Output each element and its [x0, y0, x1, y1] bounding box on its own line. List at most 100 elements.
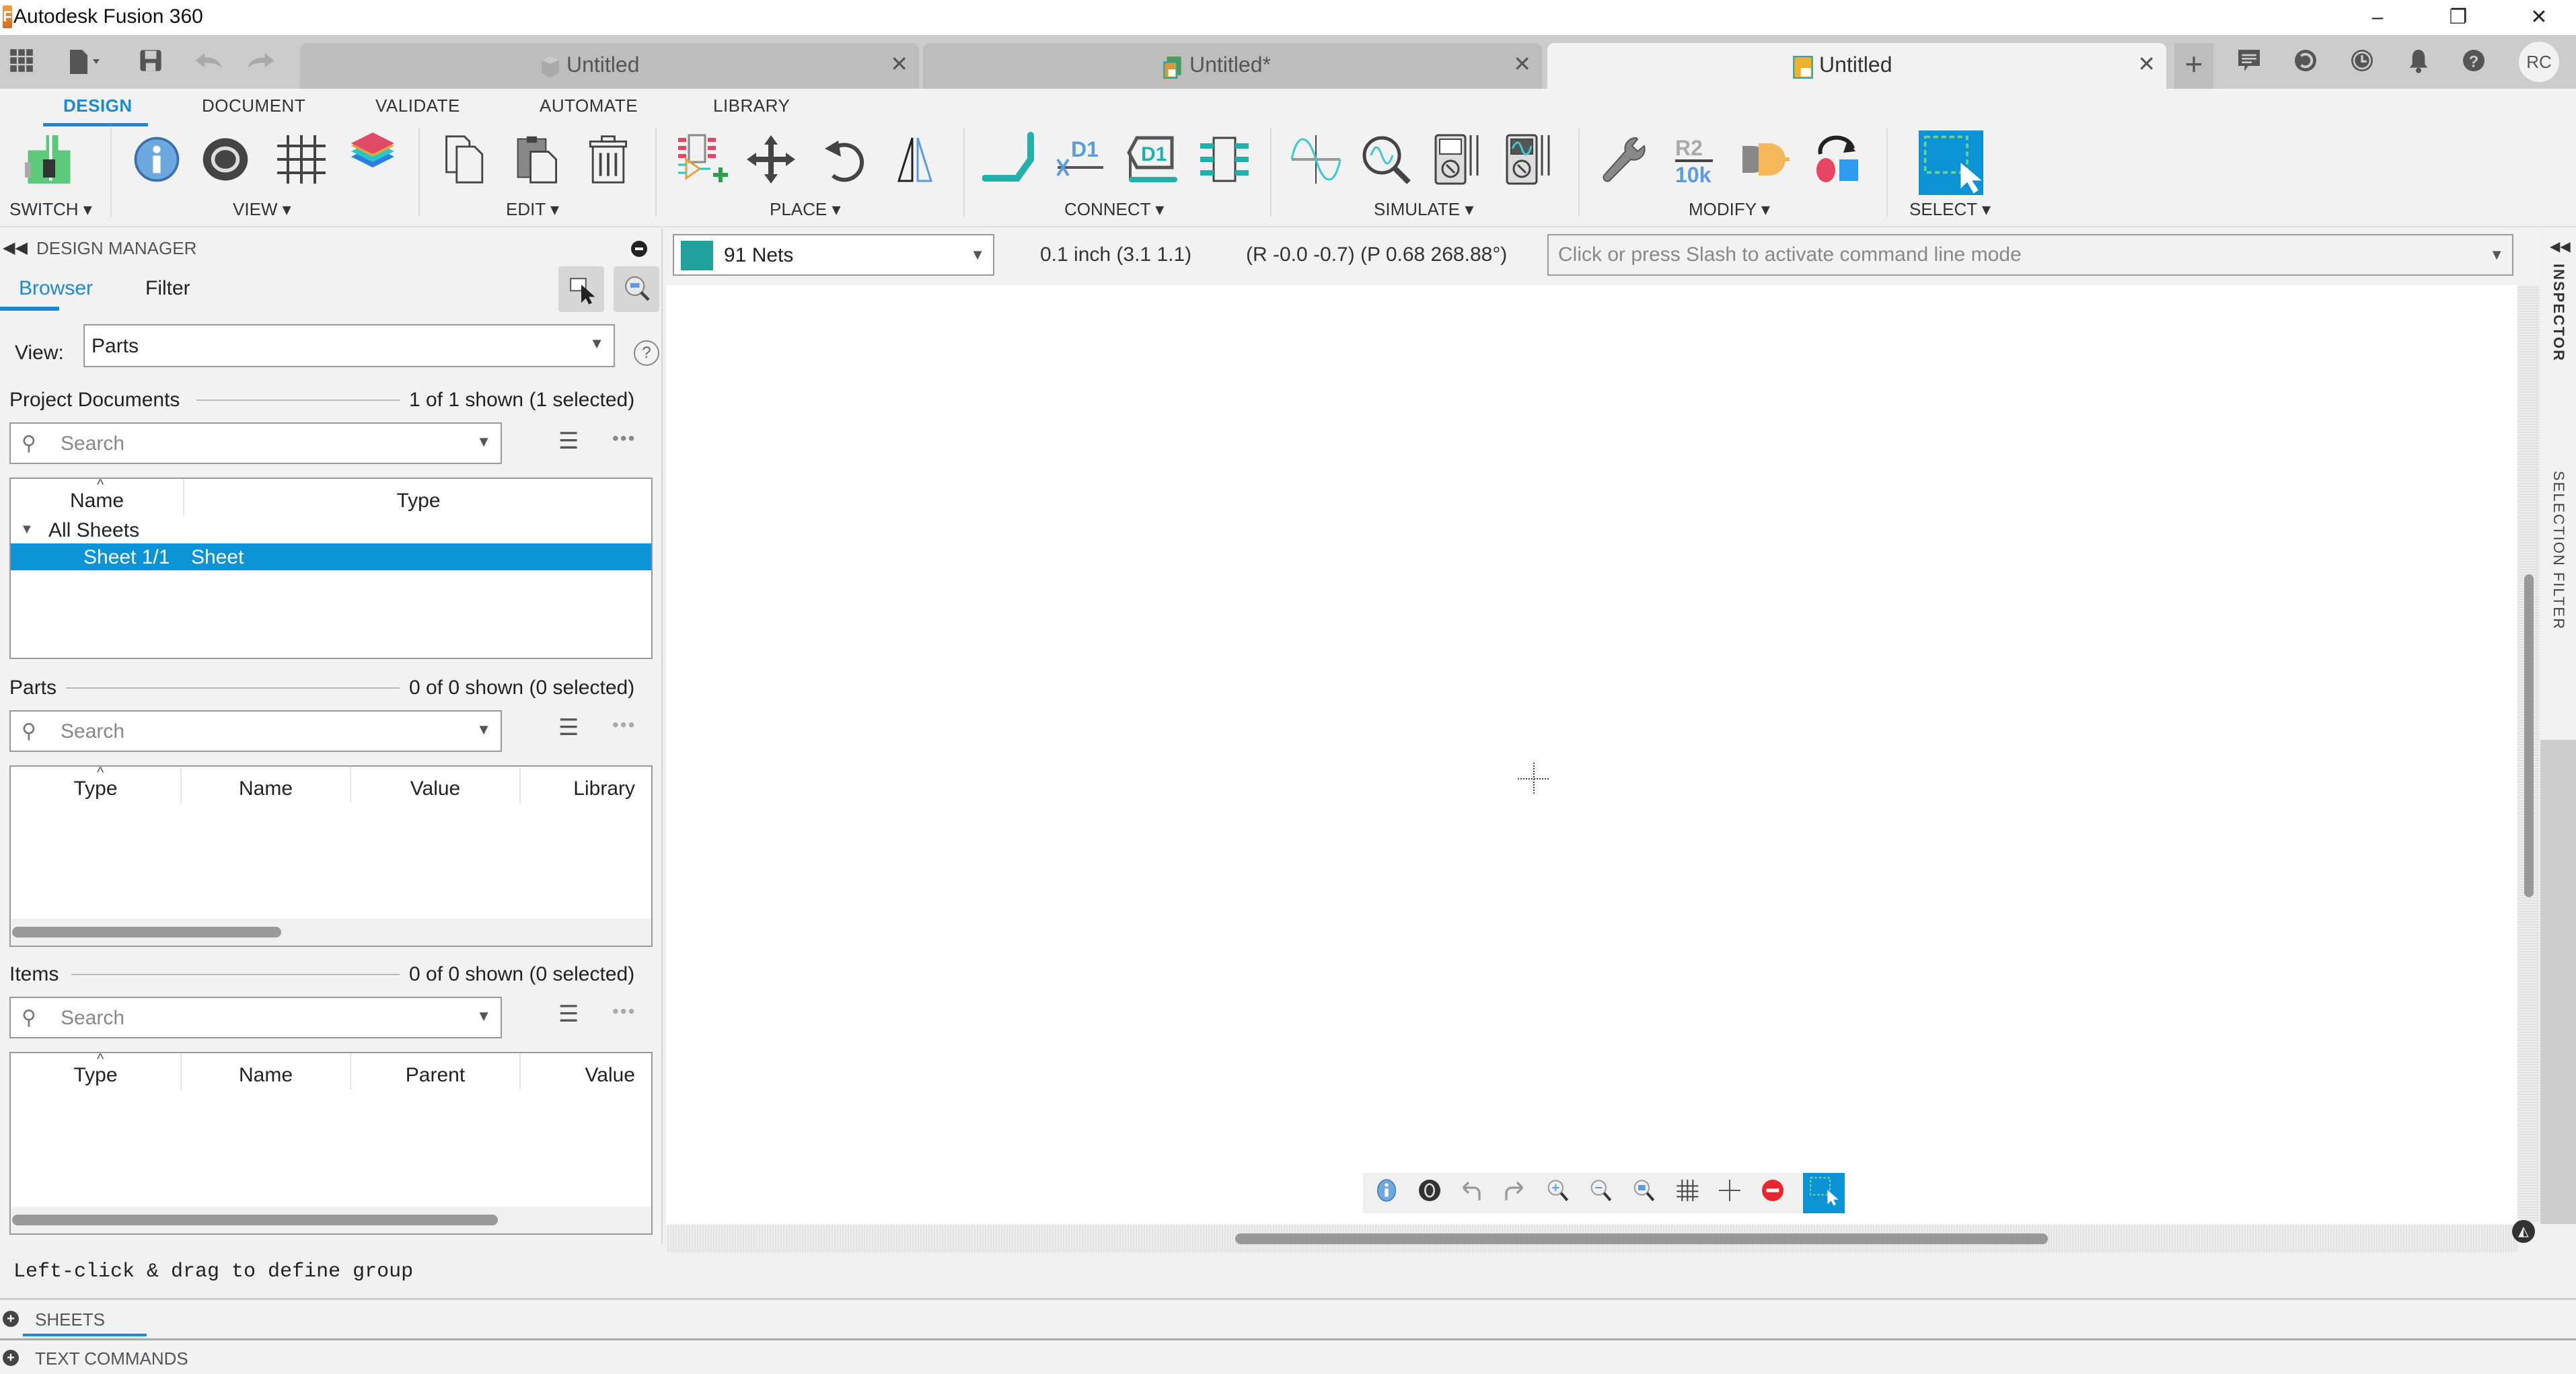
more-options-icon[interactable]: •••	[612, 1001, 636, 1022]
column-header-value[interactable]: Value	[521, 1064, 649, 1087]
scrollbar-thumb[interactable]	[12, 1215, 498, 1225]
ribbon-tab-validate[interactable]: VALIDATE	[375, 96, 460, 116]
ribbon-tab-design[interactable]: DESIGN	[63, 96, 133, 116]
document-tab-1[interactable]: Untitled ✕	[300, 43, 919, 89]
layers-icon[interactable]	[346, 129, 400, 190]
column-header-name[interactable]: Name	[182, 777, 350, 800]
scrollbar-thumb[interactable]	[2524, 574, 2534, 897]
file-menu-icon[interactable]	[61, 48, 108, 75]
oscilloscope-icon[interactable]	[1502, 129, 1555, 190]
parts-search[interactable]: ⚲ Search ▼	[9, 710, 502, 752]
net-icon[interactable]	[982, 129, 1036, 190]
scrollbar-thumb[interactable]	[1235, 1233, 2048, 1244]
tree-row-all-sheets[interactable]: ▼ All Sheets	[11, 517, 651, 543]
cursor-cross-icon[interactable]	[1713, 1177, 1746, 1211]
view-select[interactable]: Parts ▼	[83, 324, 615, 367]
undo-icon[interactable]	[1455, 1177, 1488, 1211]
connect-gate-icon[interactable]	[1737, 129, 1791, 190]
minimize-button[interactable]: –	[2351, 3, 2404, 32]
ribbon-tab-document[interactable]: DOCUMENT	[202, 96, 305, 116]
signal-icon[interactable]	[1289, 129, 1343, 190]
group-label-switch[interactable]: SWITCH ▾	[9, 199, 92, 220]
redo-icon[interactable]	[1498, 1177, 1531, 1211]
replace-icon[interactable]	[1810, 129, 1864, 190]
window-select-icon[interactable]	[1919, 130, 1983, 195]
save-icon[interactable]	[137, 48, 164, 75]
name-icon[interactable]: D1	[1052, 129, 1106, 190]
canvas-vertical-scrollbar[interactable]	[2517, 285, 2539, 1223]
minimize-panel-icon[interactable]	[631, 241, 647, 257]
close-tab-button[interactable]: ✕	[2137, 51, 2156, 77]
info-icon[interactable]	[132, 129, 182, 190]
window-select-icon[interactable]	[1803, 1173, 1845, 1213]
tab-browser[interactable]: Browser	[19, 277, 93, 300]
redo-icon[interactable]	[245, 48, 279, 75]
column-header-value[interactable]: Value	[351, 777, 519, 800]
switch-to-pcb-icon[interactable]	[19, 129, 79, 190]
column-header-name[interactable]: Name	[11, 490, 183, 512]
column-header-library[interactable]: Library	[521, 777, 649, 800]
wrench-icon[interactable]	[1596, 129, 1650, 190]
compass-icon[interactable]: ◭	[2512, 1220, 2535, 1243]
help-icon[interactable]: ?	[2458, 47, 2489, 78]
zoom-out-icon[interactable]	[1584, 1177, 1617, 1211]
job-status-icon[interactable]	[2347, 47, 2378, 78]
column-header-name[interactable]: Name	[182, 1064, 350, 1087]
mirror-icon[interactable]	[888, 129, 942, 190]
group-label-modify[interactable]: MODIFY ▾	[1689, 199, 1770, 220]
horizontal-scrollbar[interactable]	[11, 1207, 651, 1233]
zoom-to-selection-button[interactable]	[614, 266, 659, 312]
expand-icon[interactable]: +	[3, 1350, 19, 1366]
close-tab-button[interactable]: ✕	[890, 51, 908, 77]
sheets-panel-bar[interactable]: + SHEETS	[0, 1298, 2576, 1336]
apps-grid-icon[interactable]	[8, 48, 35, 75]
group-label-view[interactable]: VIEW ▾	[233, 199, 291, 220]
rotate-icon[interactable]	[819, 129, 873, 190]
delete-icon[interactable]	[583, 129, 634, 190]
schematic-canvas[interactable]	[666, 285, 2517, 1252]
list-options-icon[interactable]: ☰	[558, 714, 579, 741]
items-search[interactable]: ⚲ Search ▼	[9, 997, 502, 1038]
tree-row-sheet-1[interactable]: Sheet 1/1 Sheet	[11, 543, 651, 570]
chevron-down-icon[interactable]: ▼	[2489, 246, 2504, 264]
label-icon[interactable]: D1	[1124, 129, 1177, 190]
undo-icon[interactable]	[191, 48, 225, 75]
info-icon[interactable]	[1370, 1177, 1403, 1211]
notifications-icon[interactable]	[2403, 47, 2434, 78]
grid-icon[interactable]	[274, 129, 328, 190]
show-icon[interactable]	[1413, 1177, 1446, 1211]
list-options-icon[interactable]: ☰	[558, 428, 579, 455]
close-button[interactable]: ✕	[2512, 3, 2566, 32]
extensions-icon[interactable]	[2290, 47, 2321, 78]
move-icon[interactable]	[744, 129, 798, 190]
scrollbar-thumb[interactable]	[12, 927, 281, 938]
selection-filter-label[interactable]: SELECTION FILTER	[2550, 471, 2567, 630]
select-in-canvas-button[interactable]	[558, 266, 604, 312]
expand-panel-icon[interactable]: ◀◀	[2550, 238, 2571, 255]
text-commands-panel-bar[interactable]: + TEXT COMMANDS	[0, 1338, 2576, 1374]
copy-icon[interactable]	[441, 129, 492, 190]
group-label-simulate[interactable]: SIMULATE ▾	[1374, 199, 1473, 220]
column-header-type[interactable]: Type	[11, 1064, 180, 1087]
net-class-select[interactable]: 91 Nets ▼	[673, 234, 994, 276]
group-label-place[interactable]: PLACE ▾	[770, 199, 841, 220]
bus-icon[interactable]	[1198, 129, 1251, 190]
more-options-icon[interactable]: •••	[612, 714, 636, 736]
ribbon-tab-library[interactable]: LIBRARY	[713, 96, 790, 116]
document-tab-2[interactable]: Untitled* ✕	[923, 43, 1542, 89]
list-options-icon[interactable]: ☰	[558, 1001, 579, 1028]
multimeter-icon[interactable]	[1430, 129, 1484, 190]
group-label-edit[interactable]: EDIT ▾	[506, 199, 559, 220]
stop-icon[interactable]	[1756, 1177, 1790, 1211]
column-header-type[interactable]: Type	[11, 777, 180, 800]
new-tab-button[interactable]: +	[2174, 43, 2213, 89]
canvas-horizontal-scrollbar[interactable]	[666, 1225, 2517, 1252]
project-documents-search[interactable]: ⚲ Search ▼	[9, 422, 502, 464]
document-tab-3[interactable]: Untitled ✕	[1547, 43, 2166, 89]
command-line-input[interactable]	[1549, 235, 2512, 274]
help-icon[interactable]: ?	[634, 340, 659, 366]
tab-filter[interactable]: Filter	[145, 277, 190, 300]
expand-arrow-icon[interactable]: ▼	[20, 522, 34, 537]
restore-button[interactable]: ❐	[2431, 3, 2485, 32]
column-header-type[interactable]: Type	[184, 490, 653, 512]
